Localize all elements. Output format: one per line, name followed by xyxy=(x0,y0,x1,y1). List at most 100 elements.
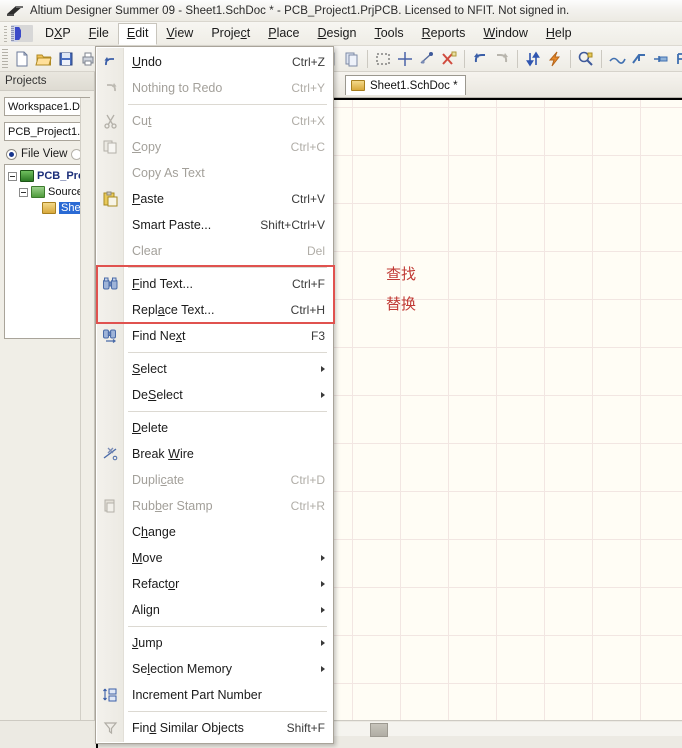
tree-expander-icon[interactable] xyxy=(8,171,17,181)
tree-item[interactable]: Sheet1.SchDoc xyxy=(5,200,89,216)
menu-item-delete[interactable]: Delete xyxy=(96,415,333,441)
menu-item-label: Copy xyxy=(132,140,162,154)
menubar-item-design[interactable]: Design xyxy=(309,23,366,44)
menu-item-shortcut: Ctrl+F xyxy=(292,277,325,291)
menu-item-jump[interactable]: Jump xyxy=(96,630,333,656)
lightning-icon[interactable] xyxy=(545,49,565,69)
wire-icon[interactable] xyxy=(607,49,627,69)
project-combo[interactable]: PCB_Project1.PrjPCB xyxy=(4,122,90,141)
menubar-item-tools[interactable]: Tools xyxy=(365,23,412,44)
browse-component-icon[interactable] xyxy=(576,49,596,69)
horizontal-scrollbar-thumb[interactable] xyxy=(370,723,388,737)
menu-item-duplicate: Duplicate Ctrl+D xyxy=(96,467,333,493)
menu-item-increment-part-number[interactable]: Increment Part Number xyxy=(96,682,333,708)
menu-item-shortcut: Ctrl+X xyxy=(291,114,325,128)
menubar-item-place[interactable]: Place xyxy=(259,23,308,44)
document-tab-label: Sheet1.SchDoc * xyxy=(370,79,458,92)
redo-icon xyxy=(102,80,119,96)
move-crosshair-icon[interactable] xyxy=(395,49,415,69)
save-icon[interactable] xyxy=(56,49,76,69)
menu-item-change[interactable]: Change xyxy=(96,519,333,545)
menu-item-find-text[interactable]: Find Text... Ctrl+F xyxy=(96,271,333,297)
menu-item-label: Find Similar Objects xyxy=(132,721,244,735)
net-label-icon[interactable] xyxy=(673,49,682,69)
menu-item-label: Selection Memory xyxy=(132,662,233,676)
undo-icon[interactable] xyxy=(470,49,490,69)
menu-item-shortcut: Del xyxy=(306,244,325,258)
menu-item-shortcut: F3 xyxy=(310,329,325,343)
submenu-arrow-icon xyxy=(321,392,325,398)
menu-item-label: Nothing to Redo xyxy=(132,81,223,95)
toolbar-separator xyxy=(517,49,518,68)
submenu-arrow-icon xyxy=(321,640,325,646)
menu-item-label: Refactor xyxy=(132,577,180,591)
menubar-item-view[interactable]: View xyxy=(157,23,202,44)
submenu-arrow-icon xyxy=(321,666,325,672)
menu-item-copy: Copy Ctrl+C xyxy=(96,134,333,160)
panel-title: Projects xyxy=(0,72,94,91)
tree-expander-icon[interactable] xyxy=(19,187,28,197)
menubar-item-reports[interactable]: Reports xyxy=(413,23,475,44)
menu-item-move[interactable]: Move xyxy=(96,545,333,571)
signal-harness-icon[interactable] xyxy=(651,49,671,69)
workspace-combo[interactable]: Workspace1.DsnWrk xyxy=(4,97,90,116)
document-pair-icon[interactable] xyxy=(342,49,362,69)
updown-arrows-icon[interactable] xyxy=(523,49,543,69)
tab-sheet1-schdoc[interactable]: Sheet1.SchDoc * xyxy=(345,75,466,95)
vertical-scrollbar[interactable] xyxy=(80,98,94,720)
menu-item-shortcut: Shift+F xyxy=(286,721,325,735)
menubar-item-project[interactable]: Project xyxy=(202,23,259,44)
menu-item-find-similar-objects[interactable]: Find Similar Objects Shift+F xyxy=(96,715,333,741)
menu-bar: DXP File Edit View Project Place Design Tools Re… xyxy=(0,22,682,46)
open-folder-icon[interactable] xyxy=(34,49,54,69)
menu-item-label: Duplicate xyxy=(132,473,185,487)
annotation-replace: 替换 xyxy=(386,295,417,313)
menubar-item-edit[interactable]: Edit xyxy=(117,22,158,45)
menu-separator xyxy=(96,349,333,356)
new-document-icon[interactable] xyxy=(12,49,32,69)
menu-item-rubber-stamp: Rubber Stamp Ctrl+R xyxy=(96,493,333,519)
menubar-item-help[interactable]: Help xyxy=(537,23,581,44)
toolbar-separator xyxy=(464,49,465,68)
menu-item-paste[interactable]: Paste Ctrl+V xyxy=(96,186,333,212)
undo-icon xyxy=(102,54,119,70)
menu-item-align[interactable]: Align xyxy=(96,597,333,623)
submenu-arrow-icon xyxy=(321,366,325,372)
find-next-icon xyxy=(102,328,119,344)
menu-item-find-next[interactable]: Find Next F3 xyxy=(96,323,333,349)
menubar-item-file[interactable]: File xyxy=(80,23,118,44)
clear-selection-icon[interactable] xyxy=(439,49,459,69)
menubar-item-dxp[interactable]: DXP xyxy=(36,23,80,44)
project-tree[interactable]: PCB_Project1.PrjPCBSource DocumentsSheet… xyxy=(4,164,90,339)
menubar-grip[interactable] xyxy=(2,24,9,43)
menu-item-shortcut: Ctrl+V xyxy=(291,192,325,206)
menu-item-refactor[interactable]: Refactor xyxy=(96,571,333,597)
menu-item-nothing-to-redo: Nothing to Redo Ctrl+Y xyxy=(96,75,333,101)
menu-item-label: Clear xyxy=(132,244,162,258)
tree-item[interactable]: PCB_Project1.PrjPCB xyxy=(5,168,89,184)
bus-icon[interactable] xyxy=(629,49,649,69)
file-view-radio[interactable] xyxy=(6,148,17,160)
menu-item-smart-paste[interactable]: Smart Paste... Shift+Ctrl+V xyxy=(96,212,333,238)
menu-item-break-wire[interactable]: Break Wire xyxy=(96,441,333,467)
menu-separator xyxy=(96,264,333,271)
tree-item[interactable]: Source Documents xyxy=(5,184,89,200)
select-area-icon[interactable] xyxy=(373,49,393,69)
menu-separator xyxy=(96,708,333,715)
menu-item-label: Jump xyxy=(132,636,163,650)
deselect-icon[interactable] xyxy=(417,49,437,69)
menu-item-deselect[interactable]: DeSelect xyxy=(96,382,333,408)
menu-item-replace-text[interactable]: Replace Text... Ctrl+H xyxy=(96,297,333,323)
menu-item-undo[interactable]: Undo Ctrl+Z xyxy=(96,49,333,75)
redo-icon[interactable] xyxy=(492,49,512,69)
menubar-item-window[interactable]: Window xyxy=(474,23,536,44)
menu-item-selection-memory[interactable]: Selection Memory xyxy=(96,656,333,682)
dxp-logo-icon xyxy=(11,25,33,42)
menu-item-select[interactable]: Select xyxy=(96,356,333,382)
menu-item-label: Increment Part Number xyxy=(132,688,262,702)
menu-item-label: Delete xyxy=(132,421,169,435)
menu-item-label: Replace Text... xyxy=(132,303,215,317)
menu-item-shortcut: Ctrl+Z xyxy=(292,55,325,69)
toolbar-separator xyxy=(570,49,571,68)
toolbar-grip[interactable] xyxy=(2,48,8,69)
